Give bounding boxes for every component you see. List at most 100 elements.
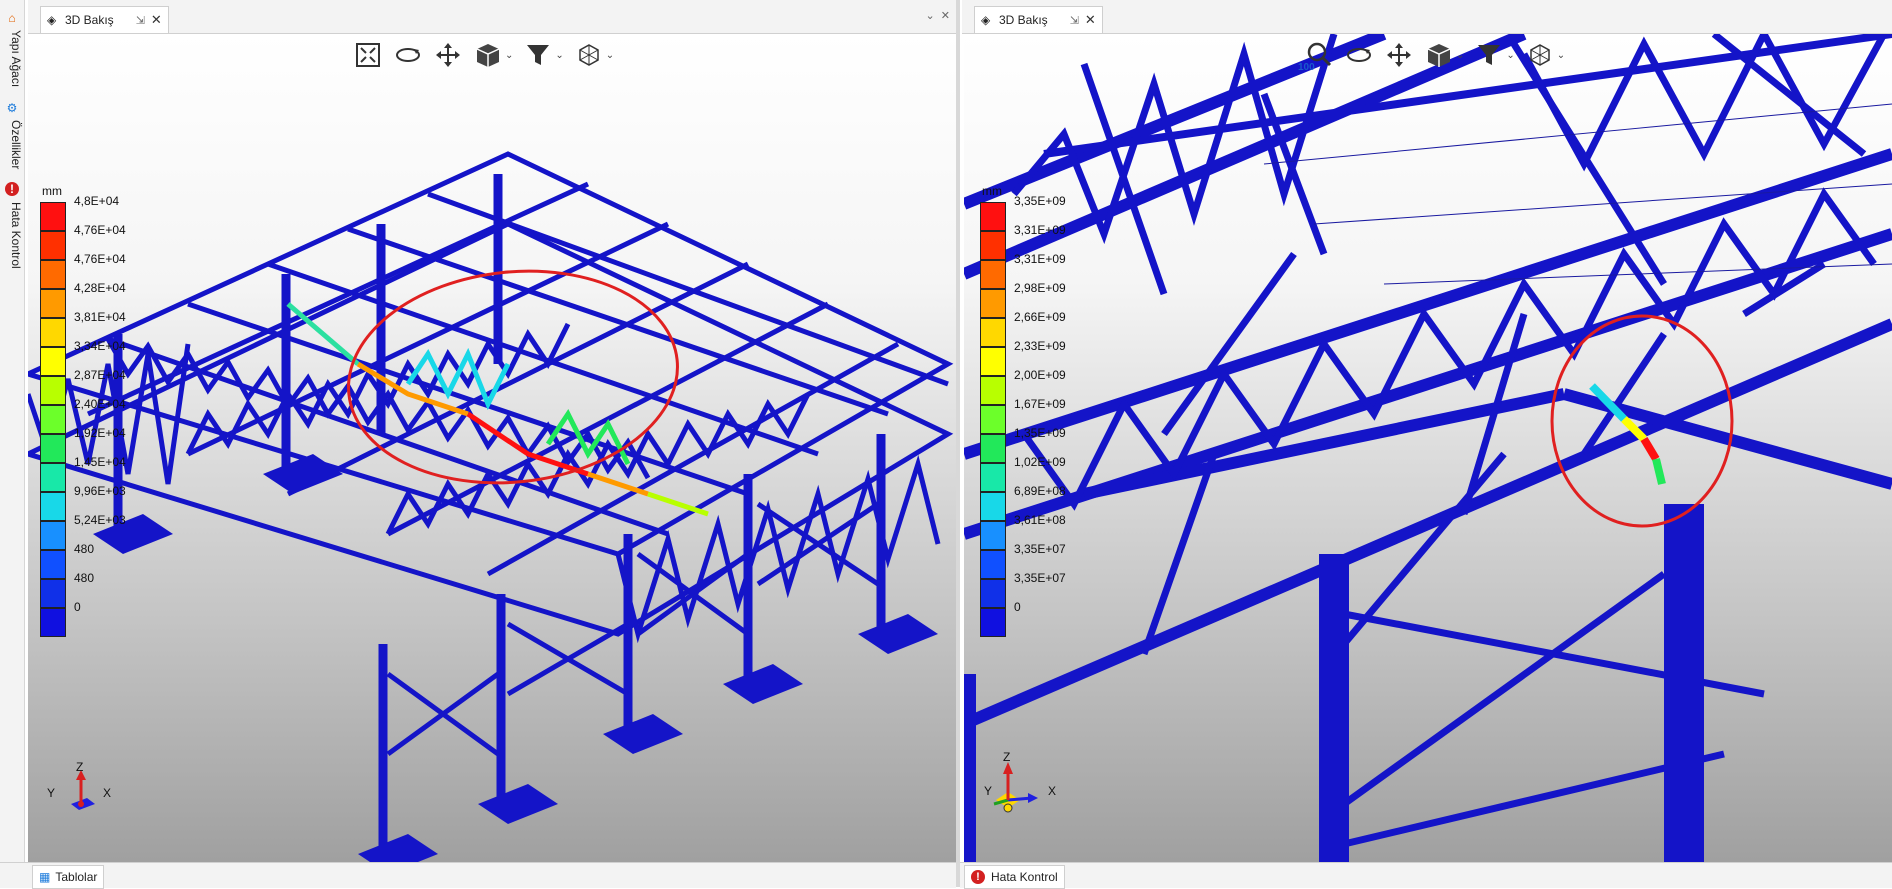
pan-button[interactable] bbox=[433, 40, 463, 70]
legend-value-label: 2,00E+09 bbox=[1014, 368, 1066, 382]
legend-color-swatch bbox=[980, 318, 1006, 347]
right-structure-model bbox=[964, 34, 1892, 862]
legend-color-swatch bbox=[40, 405, 66, 434]
tables-tab-label: Tablolar bbox=[55, 870, 98, 884]
legend-value-label: 6,89E+08 bbox=[1014, 484, 1066, 498]
cube-icon bbox=[1427, 44, 1451, 67]
cube-icon bbox=[476, 44, 500, 67]
left-3d-view-tab[interactable]: ◈ 3D Bakış ⇲ ✕ bbox=[40, 6, 169, 33]
structure-tree-icon[interactable]: ⌂ bbox=[4, 10, 20, 26]
legend-color-swatch bbox=[40, 463, 66, 492]
close-icon[interactable]: ✕ bbox=[1085, 12, 1096, 28]
chevron-down-icon[interactable]: ⌄ bbox=[1557, 50, 1565, 61]
legend-color-swatch bbox=[980, 550, 1006, 579]
zoom-button[interactable]: 100 bbox=[1298, 40, 1334, 73]
zoom-extents-button[interactable] bbox=[353, 40, 383, 70]
chevron-down-icon[interactable]: ⌄ bbox=[1456, 50, 1464, 61]
right-tab-bar: ◈ 3D Bakış ⇲ ✕ bbox=[962, 0, 1892, 34]
legend-color-swatch bbox=[40, 434, 66, 463]
legend-value-label: 0 bbox=[74, 600, 81, 614]
left-tab-bar: ◈ 3D Bakış ⇲ ✕ ⌄ ✕ bbox=[28, 0, 956, 34]
legend-value-label: 1,02E+09 bbox=[1014, 455, 1066, 469]
right-3d-viewport[interactable]: 100 ⌄ ⌄ ⌄ mm 3,35E+09 3,31E+09 3,31E+09 … bbox=[964, 34, 1892, 862]
move-icon bbox=[1387, 43, 1411, 67]
legend-color-swatch bbox=[40, 608, 66, 637]
legend-value-label: 1,92E+04 bbox=[74, 426, 126, 440]
panel-splitter[interactable] bbox=[956, 0, 960, 887]
side-tab-structure-tree[interactable]: Yapı Ağacı bbox=[1, 30, 23, 104]
legend-value-label: 3,31E+09 bbox=[1014, 252, 1066, 266]
legend-color-swatch bbox=[40, 376, 66, 405]
table-icon: ▦ bbox=[39, 870, 51, 884]
left-view-toolbar: ⌄ ⌄ ⌄ bbox=[353, 40, 614, 70]
right-bottom-bar: ! Hata Kontrol bbox=[960, 862, 1892, 889]
legend-color-swatch bbox=[980, 434, 1006, 463]
legend-color-swatch bbox=[40, 231, 66, 260]
legend-value-label: 3,35E+07 bbox=[1014, 571, 1066, 585]
axis-z-label: Z bbox=[76, 760, 84, 774]
legend-value-label: 3,81E+04 bbox=[74, 310, 126, 324]
left-tab-title: 3D Bakış bbox=[65, 13, 114, 27]
legend-value-label: 480 bbox=[74, 542, 95, 556]
chevron-down-icon[interactable]: ⌄ bbox=[555, 50, 563, 61]
left-axis-triad: Z Y X bbox=[43, 760, 113, 824]
chevron-down-icon[interactable]: ⌄ bbox=[1506, 50, 1514, 61]
right-axis-triad: Z Y X bbox=[984, 750, 1064, 822]
rotate-icon bbox=[396, 48, 420, 62]
side-tab-error-check[interactable]: Hata Kontrol bbox=[1, 202, 23, 274]
filter-button[interactable] bbox=[1474, 40, 1504, 70]
error-icon[interactable]: ! bbox=[5, 182, 19, 196]
filter-icon bbox=[527, 45, 550, 65]
view-cube-button[interactable] bbox=[1424, 40, 1454, 70]
pin-icon[interactable]: ⇲ bbox=[1070, 14, 1079, 27]
legend-color-swatch bbox=[980, 492, 1006, 521]
filter-icon bbox=[1478, 45, 1501, 65]
legend-value-label: 3,31E+09 bbox=[1014, 223, 1066, 237]
close-icon[interactable]: ✕ bbox=[151, 12, 162, 28]
pan-button[interactable] bbox=[1384, 40, 1414, 70]
legend-value-label: 5,24E+03 bbox=[74, 513, 126, 527]
legend-color-swatch bbox=[980, 231, 1006, 260]
legend-value-label: 4,28E+04 bbox=[74, 281, 126, 295]
chevron-down-icon[interactable]: ⌄ bbox=[505, 50, 513, 61]
right-tab-title: 3D Bakış bbox=[999, 13, 1048, 27]
legend-color-swatch bbox=[980, 376, 1006, 405]
rotate-button[interactable] bbox=[393, 40, 423, 70]
move-icon bbox=[436, 43, 460, 67]
error-check-tab[interactable]: ! Hata Kontrol bbox=[964, 865, 1065, 889]
legend-value-label: 2,33E+09 bbox=[1014, 339, 1066, 353]
axis-y-label: Y bbox=[47, 786, 56, 800]
legend-color-swatch bbox=[40, 492, 66, 521]
side-tab-properties[interactable]: Özellikler bbox=[1, 120, 23, 180]
legend-value-label: 2,87E+04 bbox=[74, 368, 126, 382]
axis-x-label: X bbox=[1048, 784, 1057, 798]
tables-tab[interactable]: ▦ Tablolar bbox=[32, 865, 105, 889]
view-orientation-button[interactable] bbox=[1525, 40, 1555, 70]
view-cube-button[interactable] bbox=[473, 40, 503, 70]
left-3d-view-panel: ◈ 3D Bakış ⇲ ✕ ⌄ ✕ ⌄ ⌄ ⌄ mm 4,8E+04 4,76… bbox=[28, 0, 956, 862]
legend-value-label: 0 bbox=[1014, 600, 1021, 614]
properties-icon[interactable]: ⚙ bbox=[4, 100, 20, 116]
legend-color-swatch bbox=[980, 463, 1006, 492]
legend-color-swatch bbox=[980, 608, 1006, 637]
right-3d-view-tab[interactable]: ◈ 3D Bakış ⇲ ✕ bbox=[974, 6, 1103, 33]
view-orientation-button[interactable] bbox=[574, 40, 604, 70]
filter-button[interactable] bbox=[523, 40, 553, 70]
pin-icon[interactable]: ⇲ bbox=[136, 14, 145, 27]
legend-value-label: 9,96E+03 bbox=[74, 484, 126, 498]
axis-y-label: Y bbox=[984, 784, 993, 798]
legend-value-label: 3,35E+07 bbox=[1014, 542, 1066, 556]
legend-color-swatch bbox=[40, 550, 66, 579]
legend-value-label: 1,35E+09 bbox=[1014, 426, 1066, 440]
left-3d-viewport[interactable]: ⌄ ⌄ ⌄ mm 4,8E+04 4,76E+04 4,76E+04 4,28E+04… bbox=[28, 34, 956, 862]
right-view-toolbar: 100 ⌄ ⌄ ⌄ bbox=[1298, 40, 1565, 73]
legend-color-swatch bbox=[40, 202, 66, 231]
chevron-down-icon[interactable]: ⌄ ✕ bbox=[925, 9, 950, 22]
right-3d-view-panel: ◈ 3D Bakış ⇲ ✕ 100 ⌄ ⌄ ⌄ mm 3,35E+09 3,3… bbox=[962, 0, 1892, 862]
legend-color-swatch bbox=[40, 521, 66, 550]
rotate-button[interactable] bbox=[1344, 40, 1374, 70]
chevron-down-icon[interactable]: ⌄ bbox=[606, 50, 614, 61]
legend-color-swatch bbox=[980, 521, 1006, 550]
legend-color-swatch bbox=[980, 202, 1006, 231]
axis-x-label: X bbox=[103, 786, 112, 800]
